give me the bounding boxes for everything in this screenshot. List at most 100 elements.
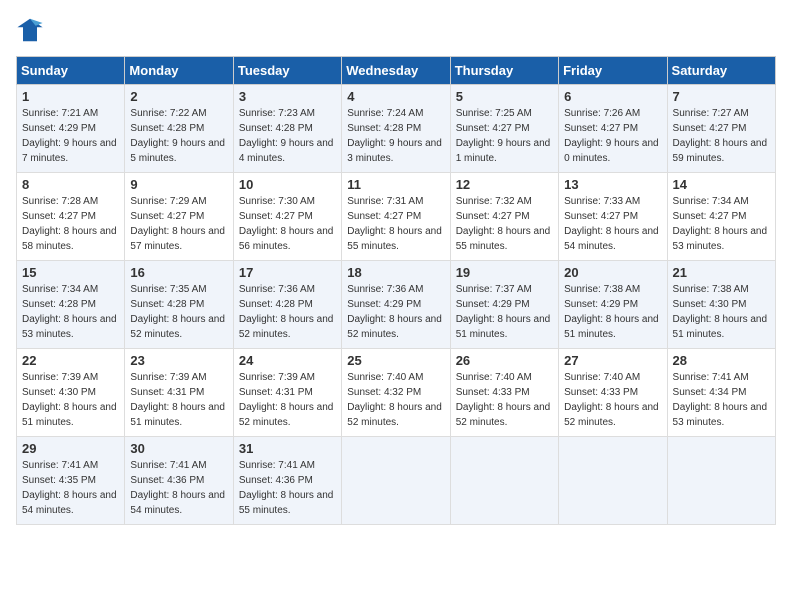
col-header-sunday: Sunday: [17, 57, 125, 85]
calendar-cell: 30Sunrise: 7:41 AMSunset: 4:36 PMDayligh…: [125, 437, 233, 525]
day-number: 6: [564, 89, 661, 104]
day-number: 22: [22, 353, 119, 368]
day-number: 8: [22, 177, 119, 192]
calendar-cell: 17 Sunrise: 7:36 AMSunset: 4:28 PMDayligh…: [233, 261, 341, 349]
day-number: 21: [673, 265, 770, 280]
day-number: 13: [564, 177, 661, 192]
day-number: 10: [239, 177, 336, 192]
day-number: 17: [239, 265, 336, 280]
day-number: 28: [673, 353, 770, 368]
day-info: Sunrise: 7:36 AMSunset: 4:28 PMDaylight:…: [239, 282, 336, 342]
day-info: Sunrise: 7:39 AMSunset: 4:31 PMDaylight:…: [130, 370, 227, 430]
calendar-cell: 16 Sunrise: 7:35 AMSunset: 4:28 PMDayligh…: [125, 261, 233, 349]
day-info: Sunrise: 7:27 AMSunset: 4:27 PMDaylight:…: [673, 106, 770, 166]
col-header-monday: Monday: [125, 57, 233, 85]
calendar-cell: 9Sunrise: 7:29 AMSunset: 4:27 PMDaylight…: [125, 173, 233, 261]
day-number: 25: [347, 353, 444, 368]
calendar-cell: 1 Sunrise: 7:21 AMSunset: 4:29 PMDaylight…: [17, 85, 125, 173]
calendar-week-2: 8 Sunrise: 7:28 AMSunset: 4:27 PMDaylight…: [17, 173, 776, 261]
day-info: Sunrise: 7:41 AMSunset: 4:36 PMDaylight:…: [239, 458, 336, 518]
day-info: Sunrise: 7:39 AMSunset: 4:31 PMDaylight:…: [239, 370, 336, 430]
day-number: 1: [22, 89, 119, 104]
day-info: Sunrise: 7:23 AMSunset: 4:28 PMDaylight:…: [239, 106, 336, 166]
day-number: 11: [347, 177, 444, 192]
day-number: 15: [22, 265, 119, 280]
day-number: 12: [456, 177, 553, 192]
day-info: Sunrise: 7:38 AMSunset: 4:29 PMDaylight:…: [564, 282, 661, 342]
day-number: 19: [456, 265, 553, 280]
day-number: 26: [456, 353, 553, 368]
day-number: 27: [564, 353, 661, 368]
calendar-table: SundayMondayTuesdayWednesdayThursdayFrid…: [16, 56, 776, 525]
calendar-cell: [559, 437, 667, 525]
day-number: 29: [22, 441, 119, 456]
calendar-week-3: 15 Sunrise: 7:34 AMSunset: 4:28 PMDayligh…: [17, 261, 776, 349]
day-info: Sunrise: 7:41 AMSunset: 4:35 PMDaylight:…: [22, 458, 119, 518]
day-info: Sunrise: 7:28 AMSunset: 4:27 PMDaylight:…: [22, 194, 119, 254]
calendar-cell: 8 Sunrise: 7:28 AMSunset: 4:27 PMDaylight…: [17, 173, 125, 261]
calendar-cell: 4 Sunrise: 7:24 AMSunset: 4:28 PMDaylight…: [342, 85, 450, 173]
calendar-cell: 19Sunrise: 7:37 AMSunset: 4:29 PMDayligh…: [450, 261, 558, 349]
calendar-cell: 21 Sunrise: 7:38 AMSunset: 4:30 PMDayligh…: [667, 261, 775, 349]
calendar-cell: 29 Sunrise: 7:41 AMSunset: 4:35 PMDayligh…: [17, 437, 125, 525]
calendar-cell: 25 Sunrise: 7:40 AMSunset: 4:32 PMDayligh…: [342, 349, 450, 437]
day-info: Sunrise: 7:21 AMSunset: 4:29 PMDaylight:…: [22, 106, 119, 166]
day-info: Sunrise: 7:34 AMSunset: 4:27 PMDaylight:…: [673, 194, 770, 254]
day-number: 30: [130, 441, 227, 456]
day-info: Sunrise: 7:29 AMSunset: 4:27 PMDaylight:…: [130, 194, 227, 254]
day-info: Sunrise: 7:39 AMSunset: 4:30 PMDaylight:…: [22, 370, 119, 430]
day-info: Sunrise: 7:31 AMSunset: 4:27 PMDaylight:…: [347, 194, 444, 254]
day-info: Sunrise: 7:24 AMSunset: 4:28 PMDaylight:…: [347, 106, 444, 166]
calendar-cell: 12 Sunrise: 7:32 AMSunset: 4:27 PMDayligh…: [450, 173, 558, 261]
calendar-cell: 15 Sunrise: 7:34 AMSunset: 4:28 PMDayligh…: [17, 261, 125, 349]
day-info: Sunrise: 7:22 AMSunset: 4:28 PMDaylight:…: [130, 106, 227, 166]
col-header-friday: Friday: [559, 57, 667, 85]
calendar-cell: 5 Sunrise: 7:25 AMSunset: 4:27 PMDaylight…: [450, 85, 558, 173]
day-info: Sunrise: 7:40 AMSunset: 4:32 PMDaylight:…: [347, 370, 444, 430]
calendar-cell: 22 Sunrise: 7:39 AMSunset: 4:30 PMDayligh…: [17, 349, 125, 437]
page-header: [16, 16, 776, 44]
day-info: Sunrise: 7:36 AMSunset: 4:29 PMDaylight:…: [347, 282, 444, 342]
day-number: 14: [673, 177, 770, 192]
day-info: Sunrise: 7:25 AMSunset: 4:27 PMDaylight:…: [456, 106, 553, 166]
col-header-saturday: Saturday: [667, 57, 775, 85]
calendar-week-5: 29 Sunrise: 7:41 AMSunset: 4:35 PMDayligh…: [17, 437, 776, 525]
calendar-cell: 28 Sunrise: 7:41 AMSunset: 4:34 PMDayligh…: [667, 349, 775, 437]
day-number: 3: [239, 89, 336, 104]
day-info: Sunrise: 7:35 AMSunset: 4:28 PMDaylight:…: [130, 282, 227, 342]
calendar-cell: 18 Sunrise: 7:36 AMSunset: 4:29 PMDayligh…: [342, 261, 450, 349]
day-number: 2: [130, 89, 227, 104]
day-number: 24: [239, 353, 336, 368]
day-info: Sunrise: 7:38 AMSunset: 4:30 PMDaylight:…: [673, 282, 770, 342]
day-info: Sunrise: 7:40 AMSunset: 4:33 PMDaylight:…: [564, 370, 661, 430]
calendar-cell: 26 Sunrise: 7:40 AMSunset: 4:33 PMDayligh…: [450, 349, 558, 437]
day-number: 18: [347, 265, 444, 280]
calendar-cell: 14 Sunrise: 7:34 AMSunset: 4:27 PMDayligh…: [667, 173, 775, 261]
calendar-cell: 6 Sunrise: 7:26 AMSunset: 4:27 PMDaylight…: [559, 85, 667, 173]
day-number: 7: [673, 89, 770, 104]
calendar-cell: 27 Sunrise: 7:40 AMSunset: 4:33 PMDayligh…: [559, 349, 667, 437]
calendar-cell: 20 Sunrise: 7:38 AMSunset: 4:29 PMDayligh…: [559, 261, 667, 349]
calendar-cell: 7 Sunrise: 7:27 AMSunset: 4:27 PMDaylight…: [667, 85, 775, 173]
calendar-week-1: 1 Sunrise: 7:21 AMSunset: 4:29 PMDaylight…: [17, 85, 776, 173]
col-header-thursday: Thursday: [450, 57, 558, 85]
day-number: 16: [130, 265, 227, 280]
calendar-cell: 10 Sunrise: 7:30 AMSunset: 4:27 PMDayligh…: [233, 173, 341, 261]
calendar-cell: 11 Sunrise: 7:31 AMSunset: 4:27 PMDayligh…: [342, 173, 450, 261]
calendar-week-4: 22 Sunrise: 7:39 AMSunset: 4:30 PMDayligh…: [17, 349, 776, 437]
day-number: 4: [347, 89, 444, 104]
day-info: Sunrise: 7:41 AMSunset: 4:34 PMDaylight:…: [673, 370, 770, 430]
day-info: Sunrise: 7:32 AMSunset: 4:27 PMDaylight:…: [456, 194, 553, 254]
calendar-cell: [342, 437, 450, 525]
calendar-cell: [667, 437, 775, 525]
day-info: Sunrise: 7:30 AMSunset: 4:27 PMDaylight:…: [239, 194, 336, 254]
day-info: Sunrise: 7:40 AMSunset: 4:33 PMDaylight:…: [456, 370, 553, 430]
day-number: 20: [564, 265, 661, 280]
day-number: 5: [456, 89, 553, 104]
calendar-cell: 31Sunrise: 7:41 AMSunset: 4:36 PMDayligh…: [233, 437, 341, 525]
calendar-cell: 3 Sunrise: 7:23 AMSunset: 4:28 PMDaylight…: [233, 85, 341, 173]
day-number: 23: [130, 353, 227, 368]
day-info: Sunrise: 7:34 AMSunset: 4:28 PMDaylight:…: [22, 282, 119, 342]
day-info: Sunrise: 7:26 AMSunset: 4:27 PMDaylight:…: [564, 106, 661, 166]
calendar-cell: 23 Sunrise: 7:39 AMSunset: 4:31 PMDayligh…: [125, 349, 233, 437]
